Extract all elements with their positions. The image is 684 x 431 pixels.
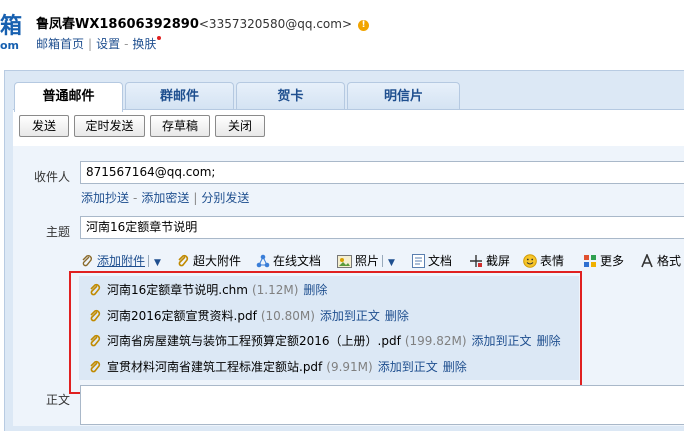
add-cc-link[interactable]: 添加抄送 bbox=[81, 191, 129, 205]
user-name: 鲁凤春WX18606392890 bbox=[36, 17, 199, 32]
screenshot-button[interactable]: 截屏 bbox=[469, 252, 510, 270]
attachment-item: 宣贯材料河南省建筑工程标准定额站.pdf (9.91M) 添加到正文 删除 bbox=[79, 356, 579, 378]
attachment-size: (1.12M) bbox=[251, 283, 299, 297]
link-separator: - bbox=[133, 191, 138, 205]
tab-group-mail[interactable]: 群邮件 bbox=[125, 82, 234, 111]
warning-icon[interactable]: ! bbox=[358, 20, 370, 31]
close-button[interactable]: 关闭 bbox=[215, 115, 265, 137]
delete-attachment-link[interactable]: 删除 bbox=[303, 283, 327, 297]
font-a-icon bbox=[641, 252, 653, 268]
paperclip-icon bbox=[90, 283, 101, 296]
subject-label: 主题 bbox=[46, 225, 71, 239]
attachment-item: 河南2016定额宣贯资料.pdf (10.80M) 添加到正文 删除 bbox=[79, 305, 579, 327]
body-label: 正文 bbox=[46, 393, 71, 407]
settings-link[interactable]: 设置 bbox=[96, 37, 120, 51]
nav-separator: - bbox=[124, 37, 129, 51]
attachment-item: 河南省房屋建筑与装饰工程预算定额2016（上册）.pdf (199.82M) 添加到… bbox=[79, 330, 579, 352]
smiley-icon bbox=[523, 254, 537, 268]
logo[interactable]: 箱 bbox=[0, 14, 22, 40]
emoji-button[interactable]: 表情 bbox=[523, 252, 564, 270]
recipient-label: 收件人 bbox=[34, 170, 71, 184]
new-dot-icon bbox=[157, 36, 162, 40]
chevron-down-icon[interactable]: ▼ bbox=[388, 258, 395, 268]
tab-normal-mail[interactable]: 普通邮件 bbox=[14, 82, 123, 112]
add-to-body-link[interactable]: 添加到正文 bbox=[378, 360, 438, 374]
more-button[interactable]: 更多 bbox=[583, 252, 624, 270]
user-email: <3357320580@qq.com> bbox=[198, 17, 353, 31]
separate-send-link[interactable]: 分别发送 bbox=[201, 191, 249, 205]
schedule-send-button[interactable]: 定时发送 bbox=[74, 115, 145, 137]
paperclip-icon bbox=[90, 334, 101, 347]
online-doc-button[interactable]: 在线文档 bbox=[256, 252, 321, 270]
grid-icon bbox=[584, 255, 596, 267]
delete-attachment-link[interactable]: 删除 bbox=[537, 334, 561, 348]
tab-postcard[interactable]: 明信片 bbox=[347, 82, 460, 111]
address-links: 添加抄送 - 添加密送 | 分别发送 bbox=[81, 189, 249, 206]
add-to-body-link[interactable]: 添加到正文 bbox=[472, 334, 532, 348]
chevron-down-icon[interactable]: ▼ bbox=[154, 258, 161, 268]
paperclip-icon bbox=[82, 255, 92, 267]
logo-sub: om bbox=[0, 39, 20, 52]
header-nav: 邮箱首页 | 设置 - 换肤 bbox=[36, 36, 162, 51]
paperclip-icon bbox=[90, 360, 101, 373]
recipient-input[interactable]: 871567164@qq.com; bbox=[80, 161, 684, 184]
format-button[interactable]: 格式 bbox=[640, 252, 681, 270]
paperclip-icon bbox=[90, 309, 101, 322]
link-separator: | bbox=[193, 191, 198, 205]
document-icon bbox=[412, 254, 425, 268]
user-info: 鲁凤春WX18606392890<3357320580@qq.com>! bbox=[36, 16, 370, 33]
tab-greeting-card[interactable]: 贺卡 bbox=[236, 82, 345, 111]
scissors-icon bbox=[470, 255, 482, 267]
mailbox-home-link[interactable]: 邮箱首页 bbox=[36, 37, 84, 51]
save-draft-button[interactable]: 存草稿 bbox=[150, 115, 210, 137]
attachment-name: 河南2016定额宣贯资料.pdf bbox=[107, 309, 257, 323]
add-attachment-button[interactable]: 添加附件 ▼ bbox=[80, 252, 161, 270]
attachment-name: 河南省房屋建筑与装饰工程预算定额2016（上册）.pdf bbox=[107, 334, 401, 348]
attachment-size: (199.82M) bbox=[404, 334, 467, 348]
attachment-name: 宣贯材料河南省建筑工程标准定额站.pdf bbox=[107, 360, 323, 374]
send-button[interactable]: 发送 bbox=[19, 115, 69, 137]
nav-separator: | bbox=[88, 37, 93, 51]
delete-attachment-link[interactable]: 删除 bbox=[385, 309, 409, 323]
attachment-size: (9.91M) bbox=[326, 360, 373, 374]
skin-link[interactable]: 换肤 bbox=[132, 37, 156, 51]
photo-icon bbox=[337, 255, 352, 268]
document-button[interactable]: 文档 bbox=[412, 252, 452, 270]
subject-input[interactable]: 河南16定额章节说明 bbox=[80, 216, 684, 239]
attachment-item: 河南16定额章节说明.chm (1.12M) 删除 bbox=[79, 279, 579, 301]
add-to-body-link[interactable]: 添加到正文 bbox=[320, 309, 380, 323]
attachment-name: 河南16定额章节说明.chm bbox=[107, 283, 248, 297]
body-editor[interactable] bbox=[80, 385, 684, 425]
share-icon bbox=[256, 254, 270, 268]
delete-attachment-link[interactable]: 删除 bbox=[443, 360, 467, 374]
add-bcc-link[interactable]: 添加密送 bbox=[141, 191, 189, 205]
photo-button[interactable]: 照片 ▼ bbox=[337, 252, 395, 270]
header: 箱 om 鲁凤春WX18606392890<3357320580@qq.com>… bbox=[0, 0, 684, 62]
super-attachment-button[interactable]: 超大附件 bbox=[176, 252, 241, 270]
paperclip-icon bbox=[178, 254, 189, 267]
attachment-size: (10.80M) bbox=[260, 309, 315, 323]
attachment-list: 河南16定额章节说明.chm (1.12M) 删除 河南2016定额宣贯资料.pdf… bbox=[79, 276, 579, 380]
